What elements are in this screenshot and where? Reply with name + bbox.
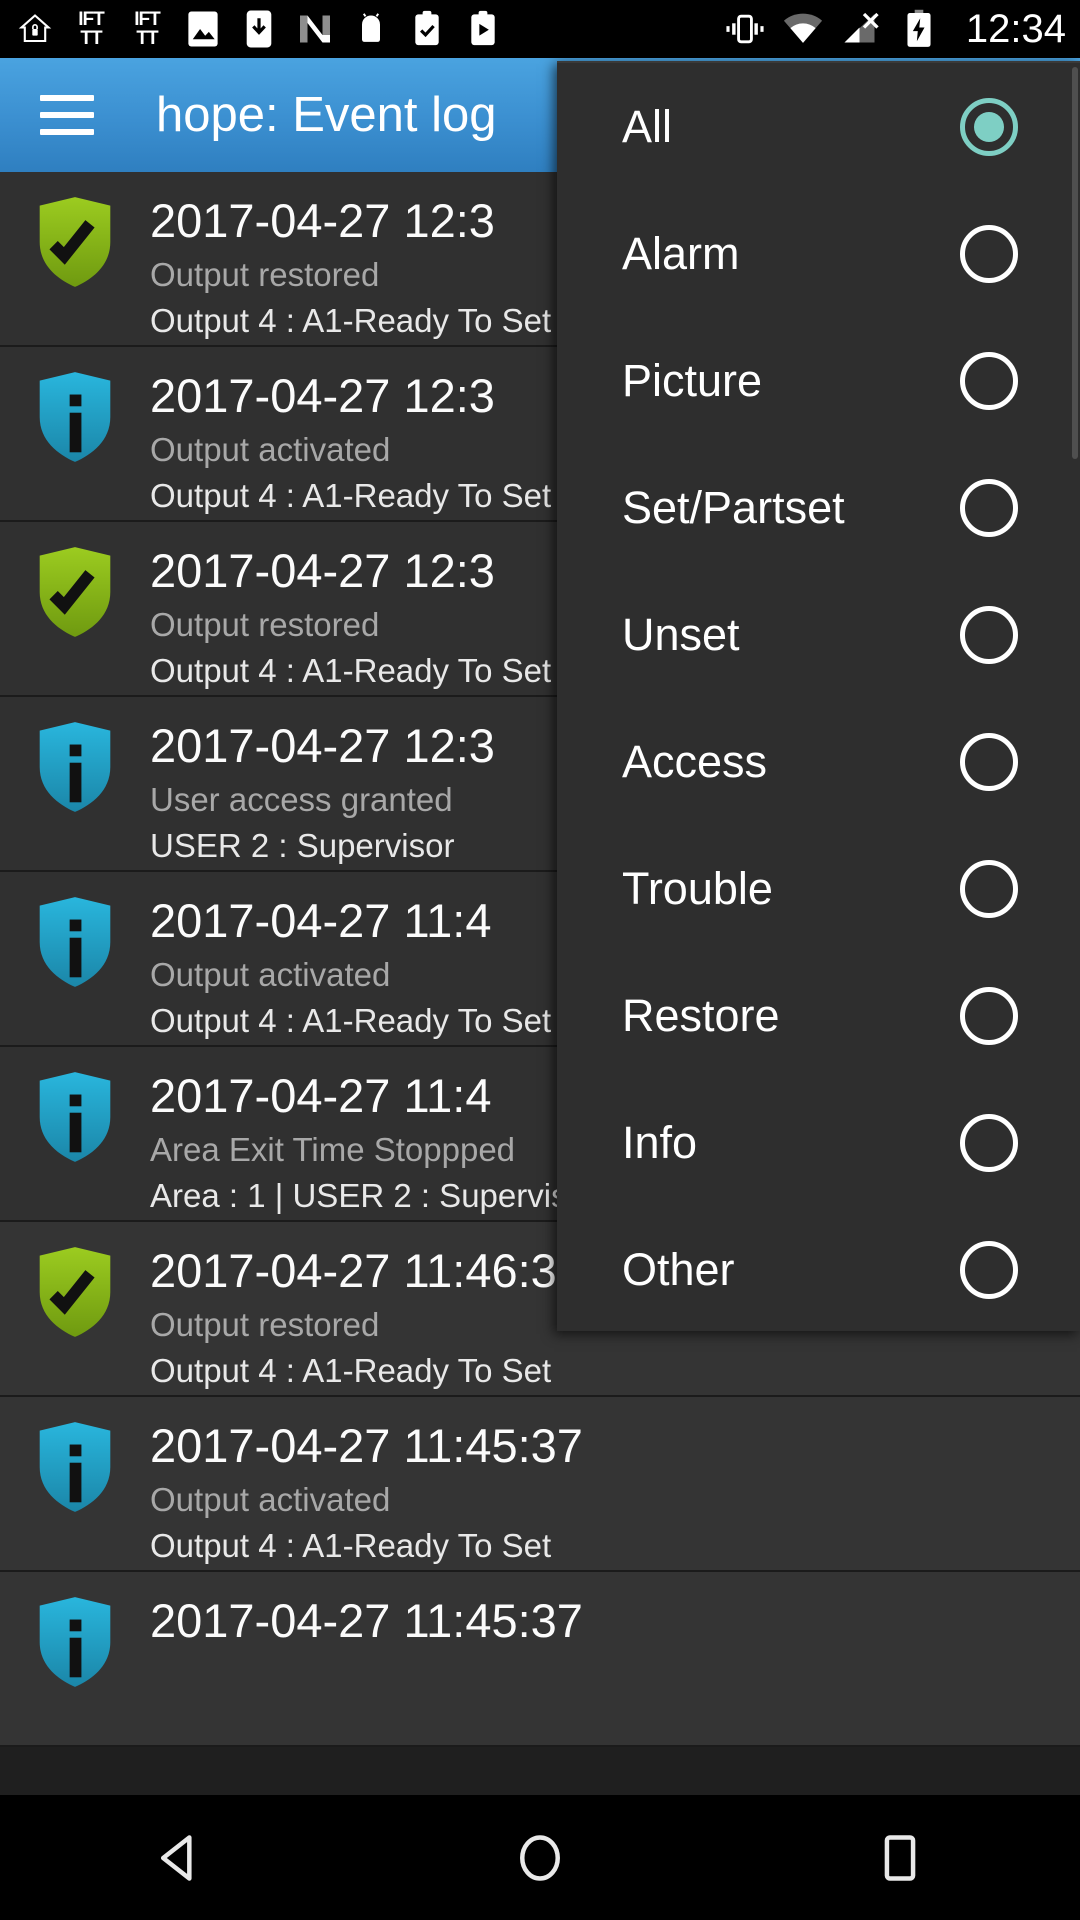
android-icon	[350, 8, 392, 50]
radio-button-icon[interactable]	[960, 224, 1018, 283]
filter-menu-item-trouble[interactable]: Trouble	[557, 825, 1080, 952]
filter-menu-item-label: Restore	[622, 989, 780, 1041]
status-bar-right-icons: 12:34	[724, 7, 1066, 52]
signal-off-icon	[840, 8, 882, 50]
shield-info-icon	[0, 1065, 150, 1163]
filter-menu-item-all[interactable]: All	[557, 63, 1080, 190]
shield-check-icon	[0, 540, 150, 638]
filter-menu-item-label: Picture	[622, 354, 763, 406]
radio-button-icon[interactable]	[960, 97, 1018, 156]
event-detail: Output 4 : A1-Ready To Set	[150, 1527, 552, 1564]
hamburger-menu-icon[interactable]	[40, 95, 94, 135]
radio-button-icon[interactable]	[960, 1113, 1018, 1172]
status-bar: IFT TT IFT TT 12:34	[0, 0, 1080, 58]
android-navigation-bar	[0, 1795, 1080, 1920]
radio-button-icon[interactable]	[960, 732, 1018, 791]
event-row-text: 2017-04-27 11:45:37	[150, 1590, 1080, 1652]
radio-button-icon[interactable]	[960, 986, 1018, 1045]
filter-menu-item-label: Set/Partset	[622, 481, 845, 533]
filter-menu-item-set-partset[interactable]: Set/Partset	[557, 444, 1080, 571]
filter-popup-menu[interactable]: All Alarm Picture Set/Partset Unset Access Tro…	[557, 61, 1080, 1331]
event-row-text: 2017-04-27 11:45:37 Output activated Outpu…	[150, 1415, 1080, 1569]
shield-info-icon	[0, 715, 150, 813]
download-to-device-icon	[238, 8, 280, 50]
filter-menu-item-label: All	[622, 100, 673, 152]
vibrate-icon	[724, 8, 766, 50]
home-circle-icon[interactable]	[480, 1813, 600, 1903]
filter-menu-item-restore[interactable]: Restore	[557, 952, 1080, 1079]
event-timestamp: 2017-04-27 11:45:37	[150, 1419, 583, 1472]
filter-menu-item-info[interactable]: Info	[557, 1079, 1080, 1206]
event-detail: Output 4 : A1-Ready To Set	[150, 1352, 552, 1389]
clipboard-play-icon	[462, 8, 504, 50]
radio-button-icon[interactable]	[960, 1240, 1018, 1299]
back-triangle-icon[interactable]	[120, 1813, 240, 1903]
filter-menu-item-alarm[interactable]: Alarm	[557, 190, 1080, 317]
radio-button-icon[interactable]	[960, 478, 1018, 537]
shield-info-icon	[0, 1415, 150, 1513]
ifttt-icon-1: IFT TT	[78, 9, 104, 49]
filter-menu-item-other[interactable]: Other	[557, 1206, 1080, 1333]
battery-charging-icon	[898, 8, 940, 50]
status-bar-left-icons: IFT TT IFT TT	[14, 8, 724, 50]
shield-check-icon	[0, 1240, 150, 1338]
filter-menu-item-label: Alarm	[622, 227, 740, 279]
shield-info-icon	[0, 1590, 150, 1688]
home-lock-icon	[14, 8, 56, 50]
event-timestamp: 2017-04-27 11:45:37	[150, 1594, 583, 1647]
status-bar-clock: 12:34	[965, 6, 1066, 51]
filter-menu-item-label: Info	[622, 1116, 698, 1168]
ifttt-icon-2: IFT TT	[134, 9, 160, 49]
filter-menu-item-label: Access	[622, 735, 768, 787]
photo-icon	[182, 8, 224, 50]
shield-info-icon	[0, 365, 150, 463]
shield-check-icon	[0, 190, 150, 288]
event-row[interactable]: 2017-04-27 11:45:37 Output activated Outpu…	[0, 1397, 1080, 1572]
wifi-icon	[782, 8, 824, 50]
filter-menu-item-unset[interactable]: Unset	[557, 571, 1080, 698]
filter-menu-item-label: Unset	[622, 608, 740, 660]
event-row[interactable]: 2017-04-27 11:45:37	[0, 1572, 1080, 1747]
shield-info-icon	[0, 890, 150, 988]
filter-menu-item-picture[interactable]: Picture	[557, 317, 1080, 444]
filter-menu-item-access[interactable]: Access	[557, 698, 1080, 825]
n-app-icon	[294, 8, 336, 50]
clipboard-check-icon	[406, 8, 448, 50]
menu-scrollbar[interactable]	[1072, 67, 1078, 459]
phone-screen: IFT TT IFT TT 12:34 hope: Event log 2017…	[0, 0, 1080, 1920]
page-title: hope: Event log	[156, 88, 497, 142]
radio-button-icon[interactable]	[960, 859, 1018, 918]
recents-square-icon[interactable]	[840, 1813, 960, 1903]
filter-menu-item-label: Other	[622, 1243, 735, 1295]
event-description: Output activated	[150, 1481, 391, 1518]
radio-button-icon[interactable]	[960, 351, 1018, 410]
radio-button-icon[interactable]	[960, 605, 1018, 664]
filter-menu-item-label: Trouble	[622, 862, 773, 914]
